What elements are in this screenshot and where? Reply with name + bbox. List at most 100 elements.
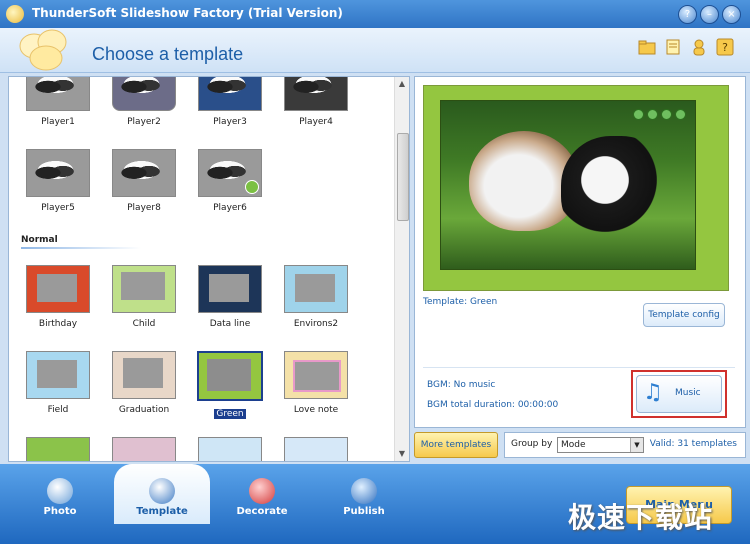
template-player5[interactable]: Player5 [23,149,93,213]
template-graduation[interactable]: Graduation [109,351,179,415]
template-player4[interactable]: Player4 [281,77,351,127]
template-name-label: Template: Green [423,297,498,307]
bgm-duration: BGM total duration: 00:00:00 [427,400,559,410]
template-label: Player2 [127,117,161,127]
publish-icon [351,478,377,504]
template-thumbnail [26,265,90,313]
template-green[interactable]: Green [195,351,265,420]
help-window-button[interactable]: ? [678,5,697,24]
template-thumbnail [284,77,348,111]
template-label: Player5 [41,203,75,213]
template-label: Player6 [213,203,247,213]
page-title: Choose a template [92,44,244,64]
bgm-status: BGM: No music [427,380,496,390]
minimize-button[interactable]: – [700,5,719,24]
nav-tab-publish[interactable]: Publish [316,464,412,524]
nav-tab-photo[interactable]: Photo [12,464,108,524]
music-note-icon: ♫ [643,380,663,405]
template-thumbnail [198,437,262,461]
nav-tab-template[interactable]: Template [114,464,210,524]
vertical-scrollbar[interactable]: ▲ ▼ [394,77,409,461]
template-birthday[interactable]: Birthday [23,265,93,329]
heart-icon [249,478,275,504]
preview-panel: Template: Green Template config BGM: No … [414,76,746,428]
window-title: ThunderSoft Slideshow Factory (Trial Ver… [32,6,343,20]
nav-tab-label: Publish [343,506,385,517]
template-thumbnail [112,77,176,111]
app-window: ThunderSoft Slideshow Factory (Trial Ver… [0,0,750,544]
zoom-control-icon[interactable] [633,109,644,120]
template-thumbnail [284,351,348,399]
template-thumbnail [284,437,348,461]
template-thumbnail [26,77,90,111]
chevron-down-icon[interactable]: ▼ [630,438,643,452]
template-partial[interactable] [109,437,179,461]
template-player3[interactable]: Player3 [195,77,265,127]
preview-photo [440,100,696,270]
help-icon[interactable]: ? [716,38,734,56]
user-icon[interactable] [690,38,708,56]
group-by-value: Mode [561,440,586,450]
svg-text:?: ? [722,41,728,54]
template-config-button[interactable]: Template config [643,303,725,327]
pause-control-icon[interactable] [661,109,672,120]
title-bar[interactable]: ThunderSoft Slideshow Factory (Trial Ver… [0,0,750,28]
template-player2[interactable]: Player2 [109,77,179,127]
watermark: 极速下载站 [568,501,714,534]
template-thumbnail [112,149,176,197]
clover-logo-icon [19,29,67,71]
music-button-highlight: ♫ Music [631,370,727,418]
play-badge-icon [245,180,259,194]
template-love-note[interactable]: Love note [281,351,351,415]
scroll-up-icon[interactable]: ▲ [397,79,407,89]
template-field[interactable]: Field [23,351,93,415]
template-thumbnail [197,351,263,401]
template-player1[interactable]: Player1 [23,77,93,127]
template-label: Green [214,409,246,419]
next-control-icon[interactable] [675,109,686,120]
group-by-select[interactable]: Mode ▼ [557,437,644,453]
template-label: Data line [209,319,251,329]
template-child[interactable]: Child [109,265,179,329]
scroll-down-icon[interactable]: ▼ [397,449,407,459]
puppy-image [561,136,671,246]
template-label: Player4 [299,117,333,127]
section-title-normal: Normal [21,235,58,245]
app-logo-icon [6,5,24,23]
nav-tab-decorate[interactable]: Decorate [214,464,310,524]
template-thumbnail [26,149,90,197]
template-player8[interactable]: Player8 [109,149,179,213]
template-label: Child [132,319,156,329]
template-partial[interactable] [281,437,351,461]
note-icon[interactable] [664,38,682,56]
bgm-section: BGM: No music BGM total duration: 00:00:… [423,367,735,420]
template-label: Environs2 [293,319,339,329]
template-label: Player1 [41,117,75,127]
template-label: Field [47,405,69,415]
template-thumbnail [284,265,348,313]
template-thumbnail [198,77,262,111]
template-list-panel[interactable]: Player1 Player2 Player3 Player4 Player5 … [8,76,410,462]
group-by-box: Group by Mode ▼ Valid: 31 templates [504,432,746,458]
previous-control-icon[interactable] [647,109,658,120]
folder-icon[interactable] [638,38,656,56]
section-divider [21,247,141,249]
music-button[interactable]: ♫ Music [636,375,722,413]
template-partial[interactable] [195,437,265,461]
more-templates-button[interactable]: More templates [414,432,498,458]
template-thumbnail [112,265,176,313]
template-data-line[interactable]: Data line [195,265,265,329]
template-label: Player8 [127,203,161,213]
template-label: Graduation [118,405,170,415]
scroll-thumb[interactable] [397,133,409,221]
page-header: Choose a template ? [0,28,750,73]
template-environs2[interactable]: Environs2 [281,265,351,329]
nav-tab-label: Decorate [236,506,288,517]
template-toolbar: More templates Group by Mode ▼ Valid: 31… [414,432,746,458]
valid-count: Valid: 31 templates [649,439,737,449]
nav-tab-label: Photo [43,506,77,517]
template-partial[interactable] [23,437,93,461]
template-player6[interactable]: Player6 [195,149,265,213]
music-button-label: Music [675,388,701,398]
close-button[interactable]: × [722,5,741,24]
